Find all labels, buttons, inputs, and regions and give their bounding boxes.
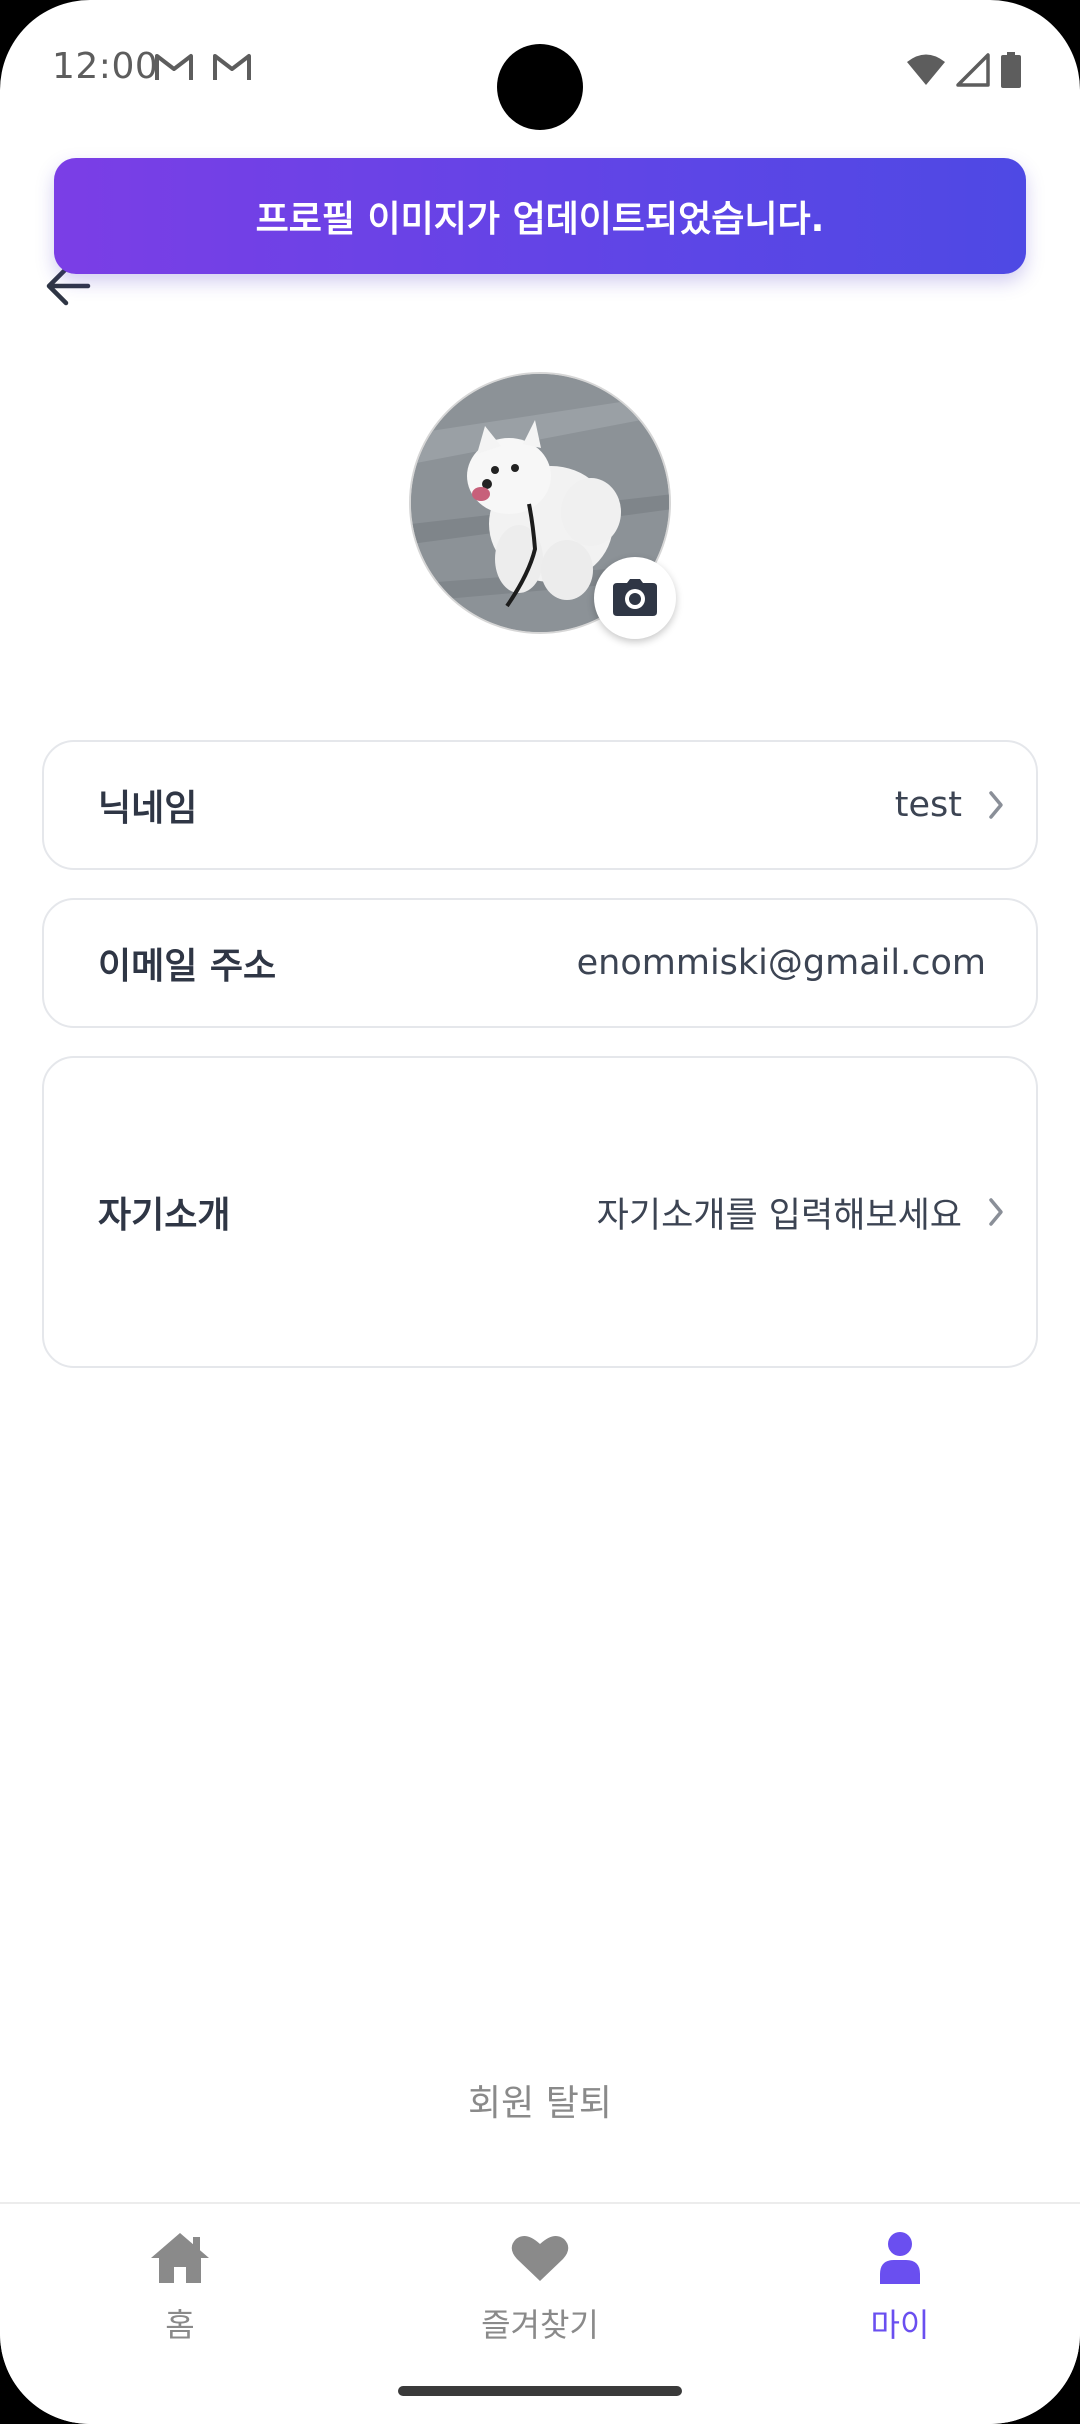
home-indicator[interactable] [398,2386,682,2396]
email-row: 이메일 주소 enommiski@gmail.com [42,898,1038,1028]
bio-row[interactable]: 자기소개 자기소개를 입력해보세요 [42,1056,1038,1368]
home-icon [148,2228,212,2288]
front-camera [497,44,583,130]
toast-message: 프로필 이미지가 업데이트되었습니다. [255,199,825,240]
nav-label-home: 홈 [165,2306,195,2344]
nickname-value: test [894,785,962,825]
nickname-label: 닉네임 [98,788,198,829]
email-value: enommiski@gmail.com [576,943,986,983]
bio-label: 자기소개 [98,1195,231,1236]
user-icon [868,2228,932,2288]
email-label: 이메일 주소 [98,946,277,987]
chevron-right-icon [984,1194,1008,1230]
status-bar: 12:00 [0,0,1080,140]
heart-icon [508,2228,572,2288]
withdraw-button[interactable]: 회원 탈퇴 [0,2074,1080,2126]
gmail-icon [213,54,251,80]
status-time: 12:00 [52,46,159,87]
screen: 12:00 닉네임 test 이메일 주소 enommiski@gmail.co… [0,0,1080,2424]
nav-label-my: 마이 [870,2306,930,2344]
change-photo-button[interactable] [594,557,676,639]
nav-label-favorites: 즐겨찾기 [481,2306,599,2344]
camera-icon [613,579,657,616]
bio-placeholder: 자기소개를 입력해보세요 [596,1195,962,1236]
nav-item-favorites[interactable]: 즐겨찾기 [420,2228,660,2346]
nickname-row[interactable]: 닉네임 test [42,740,1038,870]
gmail-icon [155,54,193,80]
signal-icon [956,53,990,87]
nav-item-home[interactable]: 홈 [60,2228,300,2346]
toast-notification: 프로필 이미지가 업데이트되었습니다. [54,158,1026,274]
status-icons [906,52,1022,88]
wifi-icon [907,54,945,85]
nav-item-my[interactable]: 마이 [780,2228,1020,2346]
chevron-right-icon [984,787,1008,823]
battery-icon [1001,52,1021,88]
